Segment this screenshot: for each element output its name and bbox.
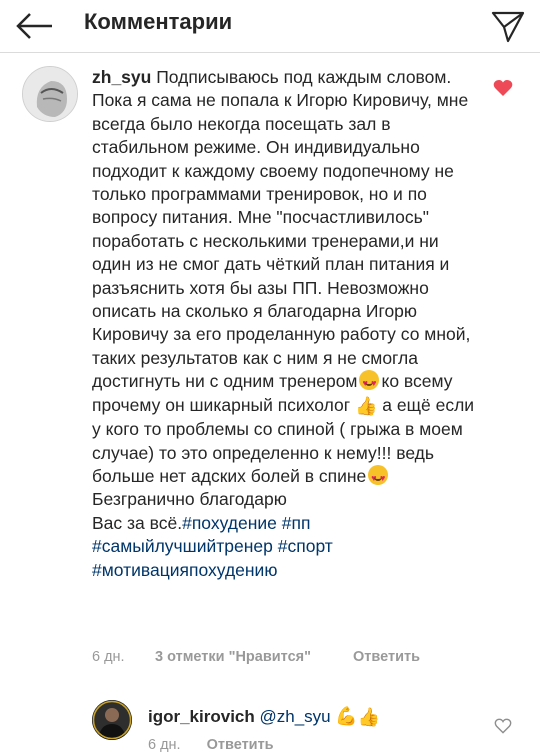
hashtag[interactable]: #самыйлучшийтренер xyxy=(92,536,273,556)
thumbs-up-icon: 👍 xyxy=(355,395,378,416)
avatar[interactable] xyxy=(22,66,78,122)
heart-filled-icon[interactable] xyxy=(493,79,513,97)
flexed-biceps-icon: 💪 xyxy=(335,706,358,726)
likes-count-button[interactable]: 3 отметки "Нравится" xyxy=(155,649,311,665)
hashtag[interactable]: #спорт xyxy=(278,536,333,556)
back-arrow-icon[interactable] xyxy=(12,6,56,46)
hashtag[interactable]: #похудение xyxy=(182,513,277,533)
comment-username[interactable]: zh_syu xyxy=(92,67,151,87)
heart-eyes-emoji-icon xyxy=(359,370,380,396)
reply-body: igor_kirovich @zh_syu 💪👍 xyxy=(148,706,380,728)
reply-username[interactable]: igor_kirovich xyxy=(148,707,255,726)
comment-text: Безгранично благодарю xyxy=(92,489,287,510)
comment-time: 6 дн. xyxy=(92,649,125,665)
paper-plane-icon[interactable] xyxy=(490,8,526,44)
heart-outline-icon[interactable] xyxy=(494,718,512,734)
comment-text: Подписываюсь под каждым словом. Пока я с… xyxy=(92,67,471,392)
thumbs-up-icon: 👍 xyxy=(357,707,381,727)
reply-reply-button[interactable]: Ответить xyxy=(207,737,274,753)
reply-avatar[interactable] xyxy=(92,700,132,740)
hashtag[interactable]: #пп xyxy=(282,513,311,533)
hashtag[interactable]: #мотивацияпохудению xyxy=(92,560,277,580)
top-bar: Комментарии xyxy=(0,0,540,53)
heart-eyes-emoji-icon xyxy=(368,464,389,490)
comment-body: zh_syu Подписываюсь под каждым словом. П… xyxy=(92,66,476,582)
reply-mention[interactable]: @zh_syu xyxy=(260,707,331,726)
reply-time: 6 дн. xyxy=(148,737,181,753)
reply-meta: 6 дн. Ответить xyxy=(148,737,274,753)
page-title: Комментарии xyxy=(84,9,233,34)
reply-button[interactable]: Ответить xyxy=(353,649,420,665)
comment-text: Вас за всё. xyxy=(92,512,183,533)
